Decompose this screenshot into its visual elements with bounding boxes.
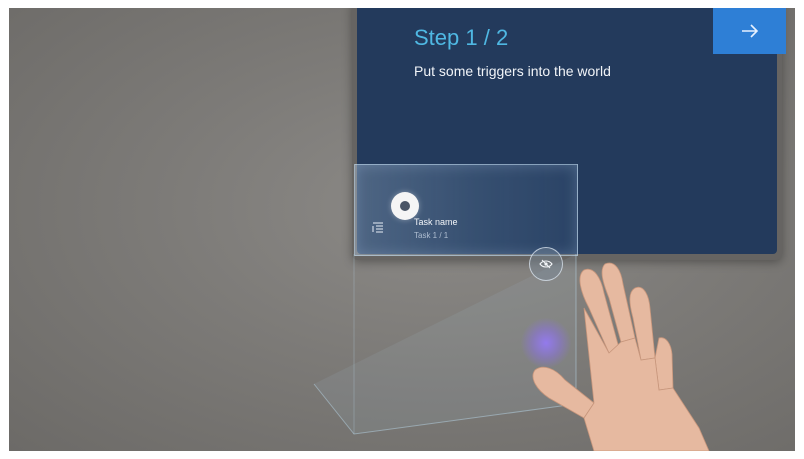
mixed-reality-scene: Step 1 / 2 Put some triggers into the wo… xyxy=(9,8,795,451)
user-hand xyxy=(532,262,710,451)
